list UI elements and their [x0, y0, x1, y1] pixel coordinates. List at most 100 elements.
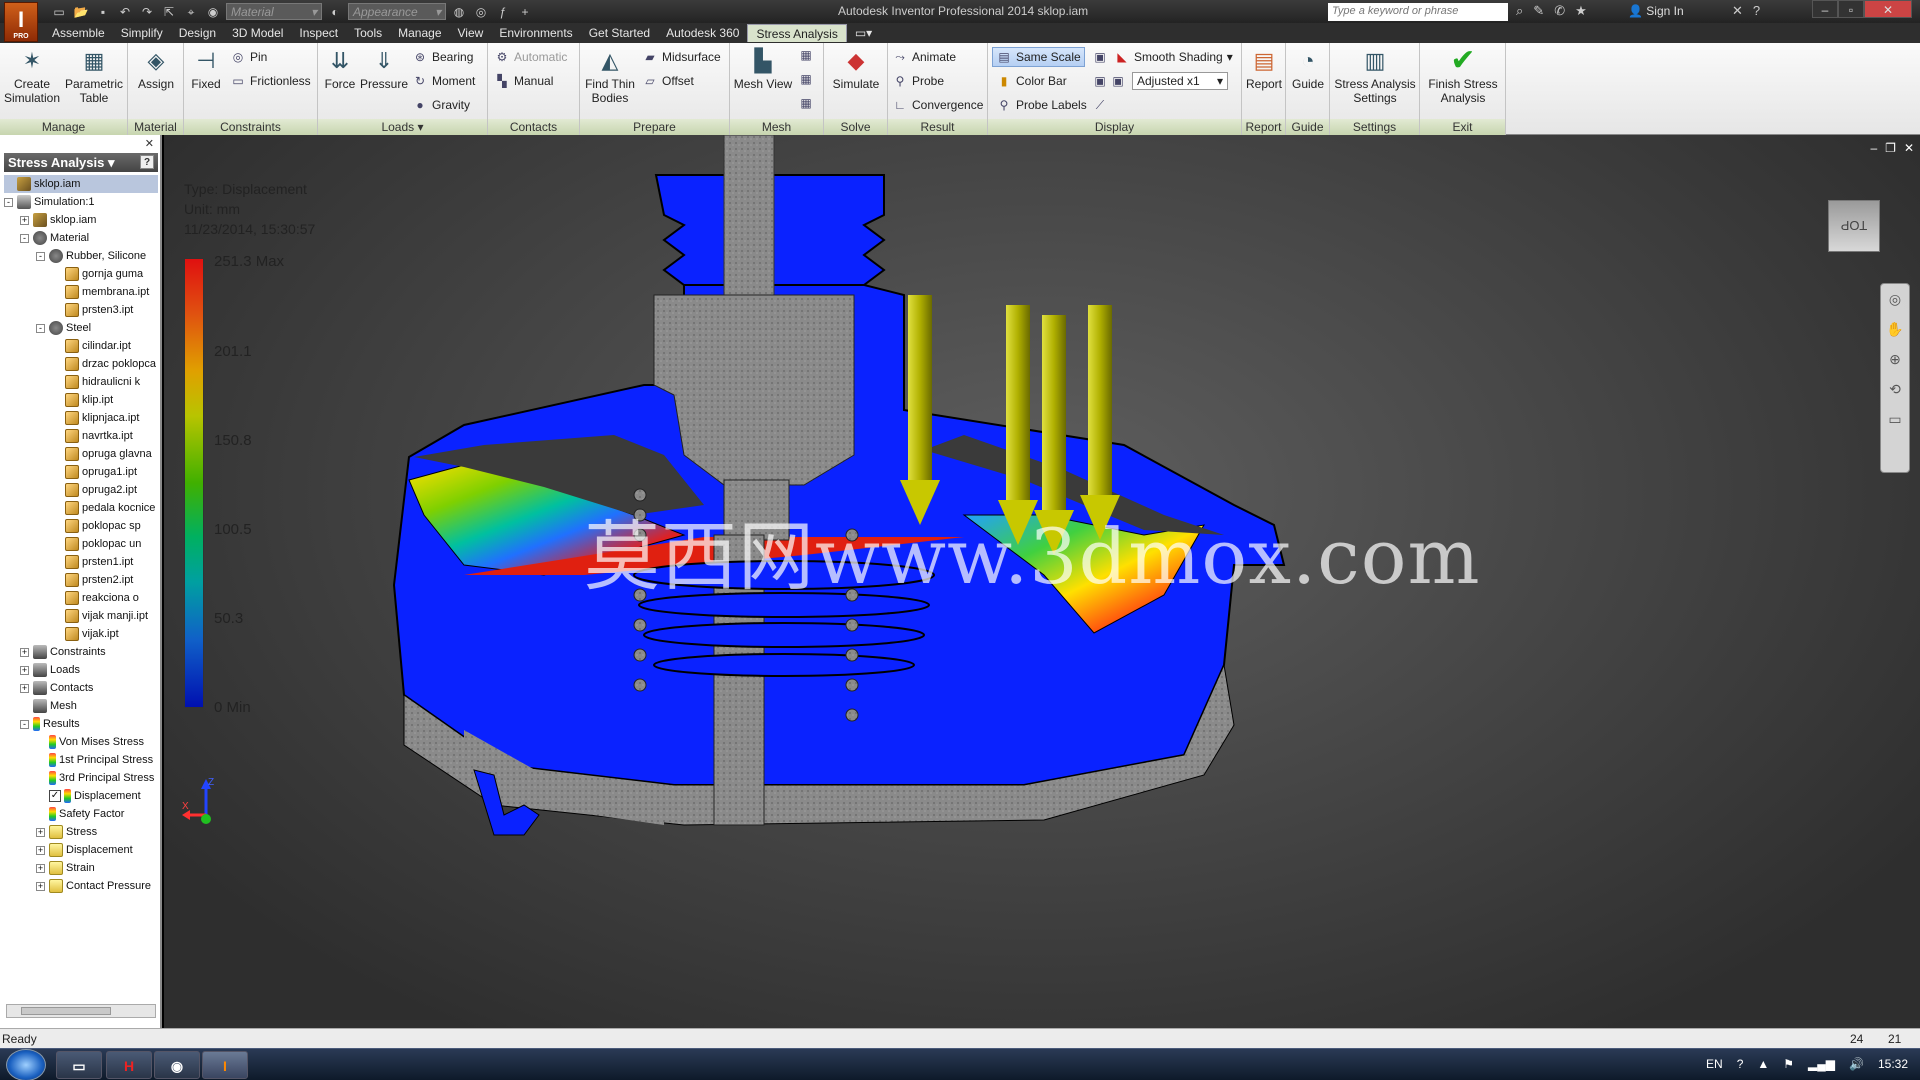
- bearing-button[interactable]: ⊛ Bearing: [412, 49, 473, 65]
- tab-environments[interactable]: Environments: [491, 24, 580, 42]
- tree-node[interactable]: + Stress: [36, 823, 158, 841]
- tree-node[interactable]: - Results: [20, 715, 158, 733]
- help-tray-icon[interactable]: ?: [1737, 1057, 1744, 1071]
- tree-node[interactable]: 3rd Principal Stress: [36, 769, 158, 787]
- tab-view[interactable]: View: [450, 24, 492, 42]
- graphics-viewport[interactable]: – ❐ ✕ Type: Displacement Unit: mm 11/23/…: [164, 135, 1920, 1028]
- tree-node[interactable]: ✓ Displacement: [36, 787, 158, 805]
- open-file-icon[interactable]: 📂: [72, 4, 90, 20]
- pan-icon[interactable]: ✋: [1881, 314, 1909, 344]
- language-indicator[interactable]: EN: [1706, 1057, 1723, 1071]
- convergence-settings-button[interactable]: ▦: [798, 95, 814, 111]
- scrollbar-thumb[interactable]: [21, 1007, 111, 1015]
- displacement-scale-combo[interactable]: Adjusted x1 ▾: [1132, 72, 1228, 90]
- ribbon-options-icon[interactable]: ▭▾: [847, 24, 880, 42]
- force-button[interactable]: ⇊ Force: [320, 47, 360, 91]
- animate-button[interactable]: ⤳ Animate: [892, 49, 956, 65]
- expand-icon[interactable]: +: [20, 665, 29, 675]
- report-button[interactable]: ▤ Report: [1244, 47, 1284, 91]
- guide-button[interactable]: ◔ Guide: [1288, 47, 1328, 91]
- tree-node[interactable]: membrana.ipt: [52, 283, 158, 301]
- expand-icon[interactable]: +: [20, 683, 29, 693]
- favorites-icon[interactable]: ★: [1575, 3, 1587, 19]
- browser-taskbar-button[interactable]: ◉: [154, 1051, 200, 1079]
- app-h-taskbar-button[interactable]: H: [106, 1051, 152, 1079]
- volume-icon[interactable]: 🔊: [1849, 1057, 1864, 1071]
- smooth-shading-combo[interactable]: ◣ Smooth Shading ▾: [1114, 49, 1232, 65]
- help-icon[interactable]: ?: [1753, 3, 1760, 19]
- expand-icon[interactable]: +: [36, 845, 45, 855]
- tree-node[interactable]: vijak.ipt: [52, 625, 158, 643]
- orbit-icon[interactable]: ⟲: [1881, 374, 1909, 404]
- undo-icon[interactable]: ↶: [116, 4, 134, 20]
- color-bar-button[interactable]: ▮ Color Bar: [996, 73, 1067, 89]
- pressure-button[interactable]: ⇓ Pressure: [360, 47, 408, 91]
- offset-button[interactable]: ▱ Offset: [642, 73, 693, 89]
- tree-node[interactable]: - Simulation:1: [4, 193, 158, 211]
- expand-icon[interactable]: +: [20, 647, 29, 657]
- show-hidden-icons[interactable]: ▲: [1757, 1057, 1769, 1071]
- tree-node[interactable]: Safety Factor: [36, 805, 158, 823]
- tree-node[interactable]: + Contacts: [20, 679, 158, 697]
- zoom-icon[interactable]: ⊕: [1881, 344, 1909, 374]
- expand-icon[interactable]: +: [20, 215, 29, 225]
- tree-node[interactable]: + Displacement: [36, 841, 158, 859]
- return-icon[interactable]: ⇱: [160, 4, 178, 20]
- action-center-icon[interactable]: ⚑: [1783, 1057, 1794, 1071]
- exchange-apps-icon[interactable]: ✕: [1732, 3, 1743, 19]
- binoculars-icon[interactable]: ⌕: [1516, 3, 1523, 19]
- expand-icon[interactable]: +: [36, 863, 45, 873]
- tree-node[interactable]: opruga2.ipt: [52, 481, 158, 499]
- redo-icon[interactable]: ↷: [138, 4, 156, 20]
- network-icon[interactable]: ▂▄▆: [1808, 1057, 1835, 1071]
- tab-inspect[interactable]: Inspect: [291, 24, 346, 42]
- mesh-view-button[interactable]: ▙ Mesh View: [732, 47, 794, 91]
- new-file-icon[interactable]: ▭: [50, 4, 68, 20]
- same-scale-button[interactable]: ▤ Same Scale: [992, 47, 1085, 67]
- parametric-table-button[interactable]: ▦ Parametric Table: [64, 47, 124, 105]
- tab-simplify[interactable]: Simplify: [113, 24, 171, 42]
- mesh-settings-button[interactable]: ▦: [798, 47, 814, 63]
- tree-node[interactable]: poklopac sp: [52, 517, 158, 535]
- tab-autodesk-360[interactable]: Autodesk 360: [658, 24, 747, 42]
- subscription-icon[interactable]: ✎: [1533, 3, 1544, 19]
- tab-get-started[interactable]: Get Started: [581, 24, 658, 42]
- tree-node[interactable]: opruga glavna: [52, 445, 158, 463]
- collapse-icon[interactable]: -: [36, 251, 45, 261]
- tree-node[interactable]: prsten2.ipt: [52, 571, 158, 589]
- explorer-taskbar-button[interactable]: ▭: [56, 1051, 102, 1079]
- tree-node[interactable]: opruga1.ipt: [52, 463, 158, 481]
- probe-labels-button[interactable]: ⚲ Probe Labels: [996, 97, 1087, 113]
- convergence-button[interactable]: ∟ Convergence: [892, 97, 983, 113]
- appearance-combo[interactable]: Appearance ▾: [348, 3, 446, 20]
- restore-button[interactable]: ▫: [1838, 0, 1864, 18]
- midsurface-button[interactable]: ▰ Midsurface: [642, 49, 720, 65]
- moment-button[interactable]: ↻ Moment: [412, 73, 475, 89]
- material-combo[interactable]: Material ▾: [226, 3, 322, 20]
- assign-button[interactable]: ◈ Assign: [134, 47, 178, 91]
- tree-node[interactable]: + Strain: [36, 859, 158, 877]
- start-button[interactable]: [6, 1049, 46, 1080]
- tree-node[interactable]: pedala kocnice: [52, 499, 158, 517]
- steering-wheel-icon[interactable]: ◎: [1881, 284, 1909, 314]
- tree-node[interactable]: gornja guma: [52, 265, 158, 283]
- close-button[interactable]: ✕: [1864, 0, 1912, 18]
- tab-tools[interactable]: Tools: [346, 24, 390, 42]
- tree-node[interactable]: + Constraints: [20, 643, 158, 661]
- frictionless-button[interactable]: ▭ Frictionless: [230, 73, 310, 89]
- tree-node[interactable]: + sklop.iam: [20, 211, 158, 229]
- customize-icon[interactable]: +: [516, 4, 534, 20]
- tree-node[interactable]: klip.ipt: [52, 391, 158, 409]
- tree-node[interactable]: - Steel: [36, 319, 158, 337]
- tree-node[interactable]: prsten3.ipt: [52, 301, 158, 319]
- boundary-conditions-button[interactable]: ▣: [1092, 49, 1108, 65]
- update-icon[interactable]: ◉: [204, 4, 222, 20]
- local-mesh-button[interactable]: ▦: [798, 71, 814, 87]
- tab-assemble[interactable]: Assemble: [44, 24, 113, 42]
- tree-node[interactable]: navrtka.ipt: [52, 427, 158, 445]
- communication-icon[interactable]: ✆: [1554, 3, 1565, 19]
- tree-node[interactable]: Mesh: [20, 697, 158, 715]
- stress-analysis-settings-button[interactable]: ▥ Stress Analysis Settings: [1332, 47, 1418, 105]
- adjust-icon[interactable]: ◎: [472, 4, 490, 20]
- tree-node[interactable]: - Rubber, Silicone: [36, 247, 158, 265]
